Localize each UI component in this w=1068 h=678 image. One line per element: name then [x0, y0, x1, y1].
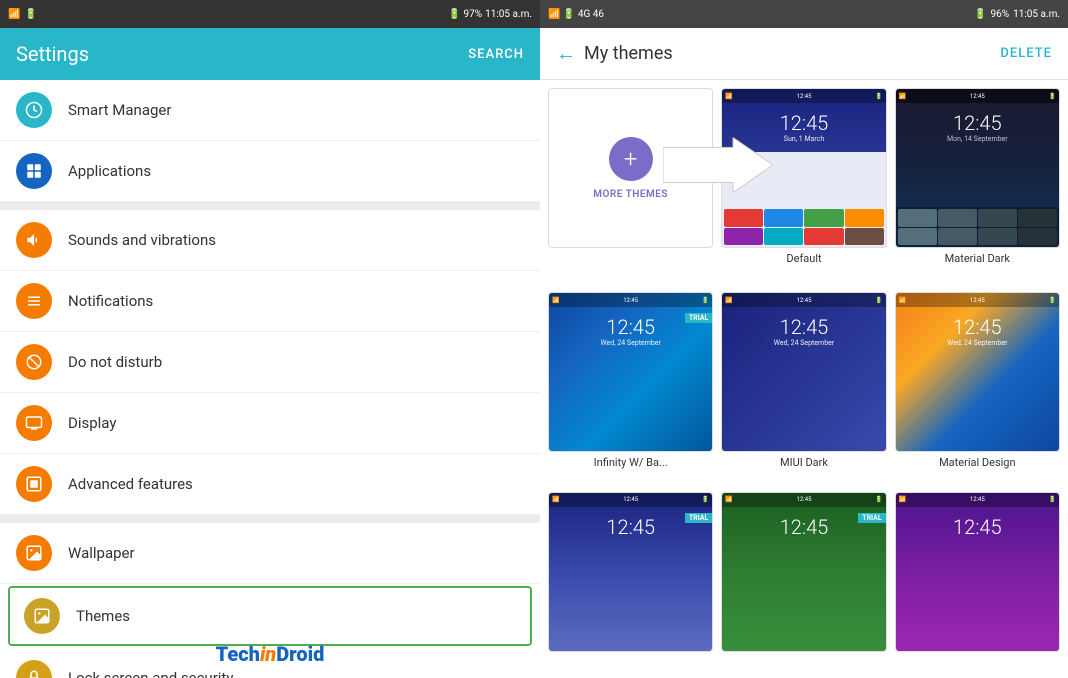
watermark-in: in [260, 642, 276, 666]
right-status-right: 🔋 96% 11:05 a.m. [974, 9, 1060, 20]
theme-default-label: Default [786, 252, 821, 265]
theme-bottom2-thumbnail: TRIAL 📶 12:45 🔋 12:45 [721, 492, 886, 652]
lock-screen-label: Lock screen and security [68, 669, 233, 678]
advanced-icon [16, 466, 52, 502]
delete-button[interactable]: DELETE [1000, 46, 1052, 61]
display-label: Display [68, 414, 116, 432]
right-battery-icon: 🔋 [974, 9, 986, 20]
applications-icon [16, 153, 52, 189]
theme-bottom3[interactable]: 📶 12:45 🔋 12:45 [895, 492, 1060, 670]
notifications-label: Notifications [68, 292, 153, 310]
applications-label: Applications [68, 162, 151, 180]
theme-miui-label: MIUI Dark [780, 456, 828, 469]
settings-item-notifications[interactable]: Notifications [0, 271, 540, 332]
right-battery-percent: 96% [991, 9, 1010, 20]
theme-material-dark[interactable]: 📶 12:45 🔋 12:45 Mon, 14 September [895, 88, 1060, 284]
trial-badge-bottom1: TRIAL [685, 513, 712, 523]
right-time: 11:05 a.m. [1013, 9, 1060, 20]
theme-bottom2[interactable]: TRIAL 📶 12:45 🔋 12:45 [721, 492, 886, 670]
settings-item-applications[interactable]: Applications [0, 141, 540, 202]
settings-item-display[interactable]: Display [0, 393, 540, 454]
divider-1 [0, 202, 540, 210]
theme-bottom1-thumbnail: TRIAL 📶 12:45 🔋 12:45 [548, 492, 713, 652]
themes-header-left: ← My themes [556, 41, 673, 66]
dnd-icon [16, 344, 52, 380]
right-status-bar: 📶 🔋 4G 46 🔋 96% 11:05 a.m. [540, 0, 1068, 28]
sounds-icon [16, 222, 52, 258]
advanced-label: Advanced features [68, 475, 193, 493]
settings-list: Smart Manager Applications Sounds and vi… [0, 80, 540, 678]
smart-manager-icon [16, 92, 52, 128]
themes-icon [24, 598, 60, 634]
back-button[interactable]: ← [556, 41, 576, 66]
themes-grid: + MORE THEMES 📶 12:45 🔋 12:45 Sun, 1 Ma [540, 80, 1068, 678]
settings-item-advanced[interactable]: Advanced features [0, 454, 540, 515]
divider-2 [0, 515, 540, 523]
theme-material-design-thumbnail: 📶 12:45 🔋 12:45 Wed, 24 September [895, 292, 1060, 452]
display-icon [16, 405, 52, 441]
search-button[interactable]: SEARCH [468, 47, 524, 62]
left-status-bar: 📶 🔋 🔋 97% 11:05 a.m. [0, 0, 540, 28]
settings-item-themes[interactable]: Themes [8, 586, 532, 646]
theme-material-dark-label: Material Dark [945, 252, 1010, 265]
notifications-icon [16, 283, 52, 319]
settings-item-smart-manager[interactable]: Smart Manager [0, 80, 540, 141]
theme-infinity-thumbnail: TRIAL 📶 12:45 🔋 12:45 Wed, 24 September [548, 292, 713, 452]
dnd-label: Do not disturb [68, 353, 162, 371]
right-phone-panel: 📶 🔋 4G 46 🔋 96% 11:05 a.m. ← My themes D… [540, 0, 1068, 678]
settings-item-wallpaper[interactable]: Wallpaper [0, 523, 540, 584]
settings-item-sounds[interactable]: Sounds and vibrations [0, 210, 540, 271]
theme-material-design[interactable]: 📶 12:45 🔋 12:45 Wed, 24 September Materi… [895, 292, 1060, 483]
status-bar-right-info: 🔋 97% 11:05 a.m. [448, 9, 532, 20]
plus-circle-icon: + [609, 137, 653, 181]
theme-miui-thumbnail: 📶 12:45 🔋 12:45 Wed, 24 September [721, 292, 886, 452]
theme-material-design-label: Material Design [939, 456, 1015, 469]
my-themes-header: ← My themes DELETE [540, 28, 1068, 80]
sounds-label: Sounds and vibrations [68, 231, 216, 249]
more-themes-text: MORE THEMES [593, 189, 668, 200]
theme-infinity-label: Infinity W/ Ba... [594, 456, 668, 469]
my-themes-title: My themes [584, 43, 673, 64]
wallpaper-label: Wallpaper [68, 544, 135, 562]
theme-bottom1[interactable]: TRIAL 📶 12:45 🔋 12:45 [548, 492, 713, 670]
lock-screen-icon [16, 660, 52, 678]
smart-manager-label: Smart Manager [68, 101, 171, 119]
trial-badge-bottom2: TRIAL [858, 513, 885, 523]
theme-miui-dark[interactable]: 📶 12:45 🔋 12:45 Wed, 24 September MIUI D… [721, 292, 886, 483]
watermark-droid: Droid [276, 642, 324, 666]
trial-badge-infinity: TRIAL [685, 313, 712, 323]
more-themes-container: + MORE THEMES [548, 88, 713, 284]
status-bar-left-icons: 📶 🔋 [8, 9, 37, 20]
theme-material-dark-thumbnail: 📶 12:45 🔋 12:45 Mon, 14 September [895, 88, 1060, 248]
wifi-icon: 🔋 [24, 9, 36, 20]
battery-indicator: 🔋 [448, 9, 460, 20]
left-phone-panel: 📶 🔋 🔋 97% 11:05 a.m. Settings SEARCH Sma… [0, 0, 540, 678]
arrow-pointer [663, 137, 773, 196]
settings-item-dnd[interactable]: Do not disturb [0, 332, 540, 393]
theme-infinity[interactable]: TRIAL 📶 12:45 🔋 12:45 Wed, 24 September … [548, 292, 713, 483]
time-left: 11:05 a.m. [485, 9, 532, 20]
wallpaper-icon [16, 535, 52, 571]
theme-bottom3-thumbnail: 📶 12:45 🔋 12:45 [895, 492, 1060, 652]
themes-label: Themes [76, 607, 130, 625]
signal-icon: 📶 [8, 9, 20, 20]
settings-title: Settings [16, 42, 89, 66]
watermark-tech: Tech [216, 642, 260, 666]
watermark: TechinDroid [216, 642, 325, 666]
battery-percent-left: 97% [464, 9, 483, 20]
right-status-left: 📶 🔋 4G 46 [548, 9, 604, 20]
settings-header: Settings SEARCH [0, 28, 540, 80]
